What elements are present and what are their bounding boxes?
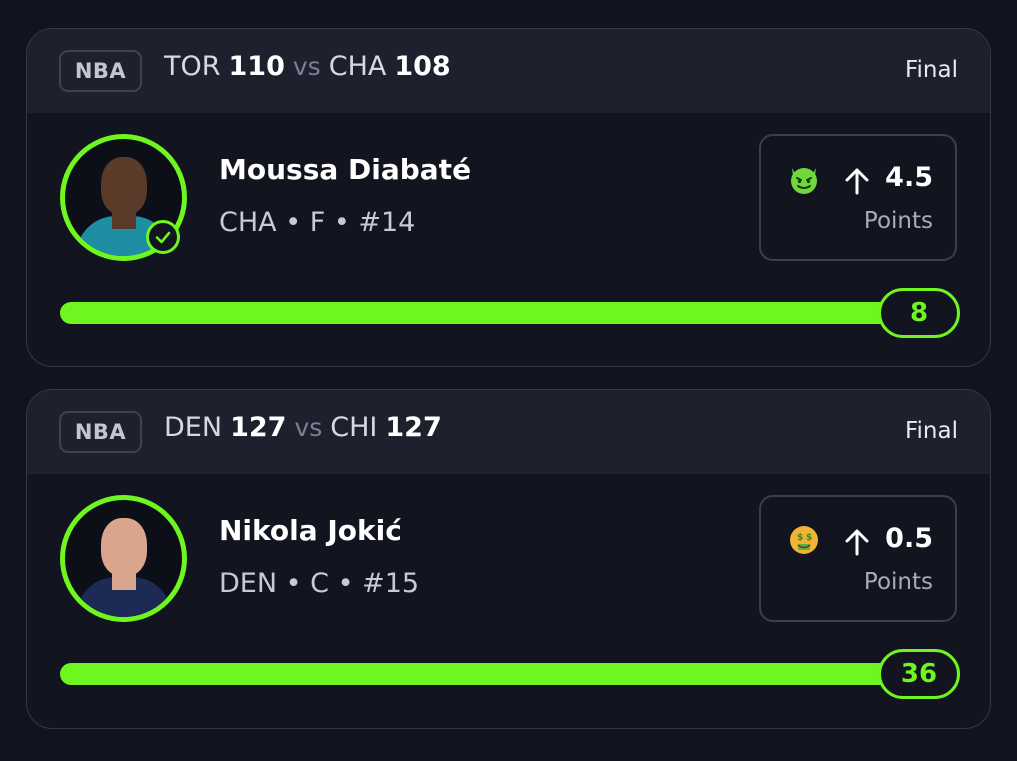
- home-score: 110: [228, 51, 285, 82]
- line-value: 0.5: [885, 523, 933, 554]
- player-section: Moussa Diabaté CHA • F • #14 4.5 Points …: [27, 113, 990, 366]
- home-team: TOR: [164, 51, 221, 82]
- player-meta: CHA • F • #14: [219, 207, 416, 238]
- player-section: Nikola Jokić DEN • C • #15 $ $ 0.5 Point…: [27, 474, 990, 728]
- face-graphic: [100, 157, 147, 215]
- player-name: Nikola Jokić: [219, 514, 402, 547]
- up-arrow-icon: [845, 529, 869, 556]
- away-score: 127: [385, 412, 442, 443]
- svg-text:$: $: [806, 533, 812, 543]
- face-graphic: [100, 518, 147, 576]
- league-badge: NBA: [59, 411, 142, 453]
- player-meta: DEN • C • #15: [219, 568, 420, 599]
- game-header: NBA DEN 127 vs CHI 127 Final: [27, 390, 990, 474]
- stat-type: Points: [863, 208, 933, 234]
- money-mouth-face-icon: $ $: [790, 526, 818, 554]
- matchup-score: TOR 110 vs CHA 108: [164, 51, 451, 82]
- projection-box[interactable]: $ $ 0.5 Points: [759, 495, 957, 622]
- svg-text:$: $: [797, 533, 803, 543]
- check-icon: [146, 220, 180, 254]
- pick-card-1[interactable]: NBA TOR 110 vs CHA 108 Final Moussa Diab…: [26, 28, 991, 367]
- projection-box[interactable]: 4.5 Points: [759, 134, 957, 261]
- home-score: 127: [230, 412, 287, 443]
- player-avatar[interactable]: [60, 495, 187, 622]
- devil-face-icon: [791, 168, 817, 194]
- home-team: DEN: [164, 412, 223, 443]
- game-status: Final: [904, 57, 958, 83]
- away-score: 108: [394, 51, 451, 82]
- up-arrow-icon: [845, 168, 869, 195]
- progress-fill: [60, 302, 959, 324]
- game-header: NBA TOR 110 vs CHA 108 Final: [27, 29, 990, 113]
- matchup-score: DEN 127 vs CHI 127: [164, 412, 442, 443]
- league-badge: NBA: [59, 50, 142, 92]
- away-team: CHA: [328, 51, 387, 82]
- result-value: 8: [878, 288, 960, 338]
- progress-fill: [60, 663, 959, 685]
- vs-label: vs: [294, 413, 323, 442]
- progress-bar: 8: [60, 288, 960, 338]
- pick-card-2[interactable]: NBA DEN 127 vs CHI 127 Final Nikola Joki…: [26, 389, 991, 729]
- away-team: CHI: [330, 412, 378, 443]
- result-value: 36: [878, 649, 960, 699]
- line-value: 4.5: [885, 162, 933, 193]
- progress-bar: 36: [60, 649, 960, 699]
- vs-label: vs: [292, 52, 321, 81]
- stat-type: Points: [863, 569, 933, 595]
- game-status: Final: [904, 418, 958, 444]
- player-name: Moussa Diabaté: [219, 153, 472, 186]
